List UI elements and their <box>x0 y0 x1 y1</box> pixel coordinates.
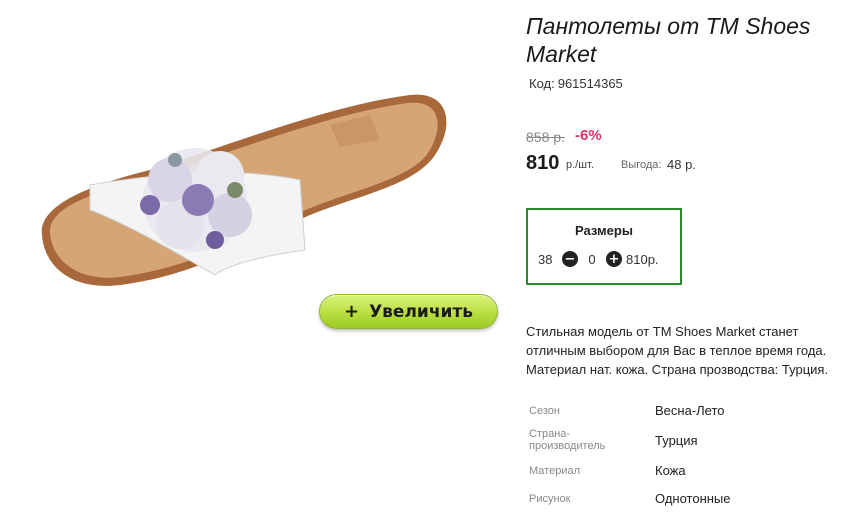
attribute-value-pattern: Однотонные <box>655 491 731 506</box>
size-price: 810р. <box>626 251 659 267</box>
zoom-button[interactable]: + Увеличить <box>319 294 498 329</box>
profit-label: Выгода: <box>621 159 662 171</box>
old-price: 858 р. <box>526 129 565 145</box>
price-unit: р./шт. <box>566 159 594 171</box>
plus-circle-icon[interactable]: + <box>606 251 622 267</box>
product-code-value: 961514365 <box>557 76 623 91</box>
attribute-value-season: Весна-Лето <box>655 403 725 418</box>
zoom-button-label: Увеличить <box>369 301 474 322</box>
product-code: Код: 961514365 <box>526 76 623 91</box>
sizes-title: Размеры <box>575 223 633 238</box>
attribute-label-pattern: Рисунок <box>529 493 571 505</box>
product-code-label: Код: <box>529 76 555 91</box>
current-price: 810 <box>526 152 560 174</box>
product-description: Стильная модель от TM Shoes Market стане… <box>526 322 841 379</box>
quantity-value[interactable]: 0 <box>578 252 606 267</box>
attribute-label-country: Страна- производитель <box>529 428 605 452</box>
attribute-value-country: Турция <box>655 433 698 448</box>
description-line: Стильная модель от TM Shoes Market стане… <box>526 324 799 339</box>
sizes-panel: Размеры 38 − 0 + 810р. <box>526 208 682 285</box>
minus-icon[interactable]: − <box>562 251 578 267</box>
discount-badge: -6% <box>575 127 602 144</box>
profit-value: 48 р. <box>667 157 696 172</box>
attribute-label-material: Материал <box>529 465 580 477</box>
size-row: 38 − 0 + 810р. <box>538 251 659 267</box>
description-line: отличным выбором для Вас в теплое время … <box>526 343 827 358</box>
attribute-value-material: Кожа <box>655 463 686 478</box>
description-line: Материал нат. кожа. Страна прозводства: … <box>526 362 829 377</box>
product-image[interactable] <box>30 85 460 290</box>
product-title: Пантолеты от TM Shoes Market <box>526 13 811 67</box>
size-value: 38 <box>538 251 553 267</box>
attribute-label-country-line2: производитель <box>529 440 606 452</box>
attribute-label-season: Сезон <box>529 405 560 417</box>
plus-icon: + <box>343 301 360 322</box>
attribute-label-country-line1: Страна- <box>529 428 571 440</box>
